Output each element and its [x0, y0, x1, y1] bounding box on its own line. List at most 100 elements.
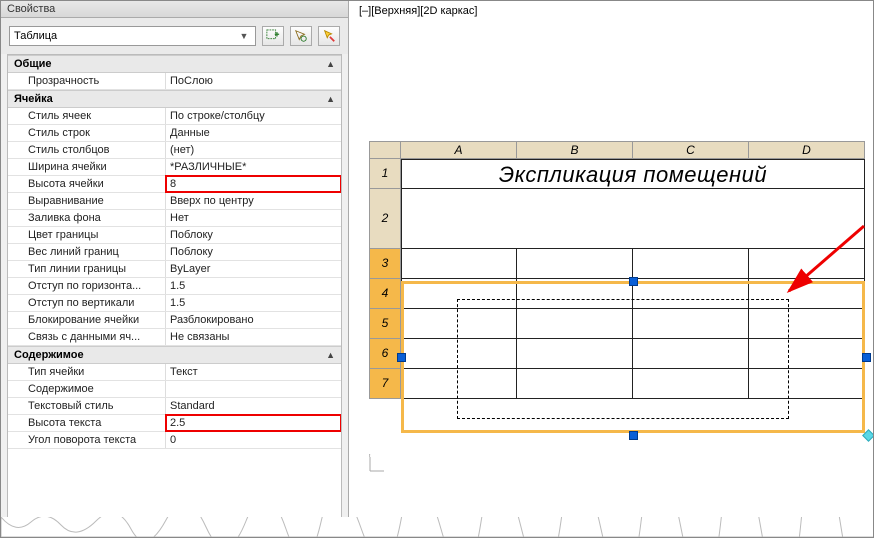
prop-row[interactable]: Тип ячейкиТекст: [8, 364, 341, 381]
table-corner[interactable]: [369, 141, 401, 159]
prop-row[interactable]: ВыравниваниеВверх по центру: [8, 193, 341, 210]
prop-row[interactable]: Отступ по горизонта...1.5: [8, 278, 341, 295]
grip-handle[interactable]: [397, 353, 406, 362]
table-cell[interactable]: [517, 369, 633, 399]
table-row[interactable]: 5: [369, 309, 865, 339]
table-row[interactable]: 6: [369, 339, 865, 369]
prop-value[interactable]: (нет): [166, 142, 341, 158]
prop-value[interactable]: Разблокировано: [166, 312, 341, 328]
table-cell[interactable]: [401, 279, 517, 309]
prop-value[interactable]: Вверх по центру: [166, 193, 341, 209]
prop-value[interactable]: [166, 381, 341, 397]
annotation-arrow: [769, 221, 869, 304]
grip-handle[interactable]: [629, 431, 638, 440]
prop-label: Выравнивание: [8, 193, 166, 209]
section-general[interactable]: Общие ▲: [8, 55, 341, 73]
table-cell[interactable]: [401, 309, 517, 339]
table-cell[interactable]: [401, 249, 517, 279]
prop-value[interactable]: Standard: [166, 398, 341, 414]
prop-label: Высота текста: [8, 415, 166, 431]
col-header[interactable]: B: [517, 141, 633, 159]
table-cell[interactable]: [749, 339, 865, 369]
prop-label: Вес линий границ: [8, 244, 166, 260]
drawing-canvas[interactable]: [–][Верхняя][2D каркас] A B C D 1Эксплик…: [349, 1, 873, 537]
prop-row[interactable]: Угол поворота текста0: [8, 432, 341, 449]
prop-row[interactable]: Содержимое: [8, 381, 341, 398]
table-cell[interactable]: [749, 309, 865, 339]
prop-row[interactable]: Высота текста2.5: [8, 415, 341, 432]
add-selection-button[interactable]: [262, 26, 284, 46]
prop-row[interactable]: Стиль ячеекПо строке/столбцу: [8, 108, 341, 125]
row-header[interactable]: 4: [369, 279, 401, 309]
table-row[interactable]: 7: [369, 369, 865, 399]
prop-row[interactable]: Высота ячейки8: [8, 176, 341, 193]
table-cell[interactable]: [633, 369, 749, 399]
row-header[interactable]: 5: [369, 309, 401, 339]
prop-value[interactable]: 1.5: [166, 295, 341, 311]
table-row[interactable]: 1Экспликация помещений: [369, 159, 865, 189]
prop-row[interactable]: Прозрачность ПоСлою: [8, 73, 341, 90]
prop-value[interactable]: Текст: [166, 364, 341, 380]
prop-row[interactable]: Связь с данными яч...Не связаны: [8, 329, 341, 346]
col-header[interactable]: C: [633, 141, 749, 159]
prop-row[interactable]: Текстовый стильStandard: [8, 398, 341, 415]
section-content[interactable]: Содержимое ▲: [8, 346, 341, 364]
object-type-combo[interactable]: Таблица ▼: [9, 26, 256, 46]
prop-value[interactable]: ByLayer: [166, 261, 341, 277]
quick-select-button[interactable]: [318, 26, 340, 46]
grip-handle-diamond[interactable]: [862, 429, 874, 442]
prop-value[interactable]: Не связаны: [166, 329, 341, 345]
prop-value[interactable]: Данные: [166, 125, 341, 141]
table-cell[interactable]: [633, 309, 749, 339]
prop-value[interactable]: 8: [166, 176, 341, 192]
section-label: Общие: [14, 58, 52, 70]
prop-value[interactable]: Нет: [166, 210, 341, 226]
prop-row[interactable]: Блокирование ячейкиРазблокировано: [8, 312, 341, 329]
table-cell[interactable]: [401, 339, 517, 369]
grip-handle[interactable]: [862, 353, 871, 362]
table-cell[interactable]: [517, 279, 633, 309]
prop-row[interactable]: Вес линий границПоблоку: [8, 244, 341, 261]
prop-row[interactable]: Стиль строкДанные: [8, 125, 341, 142]
prop-value[interactable]: 1.5: [166, 278, 341, 294]
prop-row[interactable]: Отступ по вертикали1.5: [8, 295, 341, 312]
table-cell[interactable]: [517, 309, 633, 339]
prop-row[interactable]: Тип линии границыByLayer: [8, 261, 341, 278]
prop-value[interactable]: 0: [166, 432, 341, 448]
prop-value[interactable]: Поблоку: [166, 227, 341, 243]
table-cell[interactable]: [517, 249, 633, 279]
grip-handle[interactable]: [629, 277, 638, 286]
prop-label: Стиль ячеек: [8, 108, 166, 124]
table-cell[interactable]: [633, 249, 749, 279]
prop-label: Отступ по вертикали: [8, 295, 166, 311]
chevron-down-icon: ▼: [237, 31, 251, 41]
row-header[interactable]: 2: [369, 189, 401, 249]
table-cell[interactable]: [633, 279, 749, 309]
prop-value[interactable]: Поблоку: [166, 244, 341, 260]
viewport-label[interactable]: [–][Верхняя][2D каркас]: [349, 1, 873, 21]
prop-row[interactable]: Заливка фонаНет: [8, 210, 341, 227]
col-header[interactable]: A: [401, 141, 517, 159]
select-objects-button[interactable]: [290, 26, 312, 46]
panel-title: Свойства: [1, 1, 348, 18]
row-header[interactable]: 3: [369, 249, 401, 279]
table-cell[interactable]: [749, 369, 865, 399]
title-cell[interactable]: Экспликация помещений: [401, 159, 865, 189]
prop-value[interactable]: ПоСлою: [166, 73, 341, 89]
col-header[interactable]: D: [749, 141, 865, 159]
prop-label: Связь с данными яч...: [8, 329, 166, 345]
row-header[interactable]: 7: [369, 369, 401, 399]
table-cell[interactable]: [401, 369, 517, 399]
prop-row[interactable]: Цвет границыПоблоку: [8, 227, 341, 244]
section-label: Содержимое: [14, 349, 84, 361]
prop-row[interactable]: Стиль столбцов(нет): [8, 142, 341, 159]
prop-value[interactable]: 2.5: [166, 415, 341, 431]
row-header[interactable]: 1: [369, 159, 401, 189]
prop-value[interactable]: По строке/столбцу: [166, 108, 341, 124]
prop-row[interactable]: Ширина ячейки*РАЗЛИЧНЫЕ*: [8, 159, 341, 176]
table-cell[interactable]: [633, 339, 749, 369]
collapse-icon: ▲: [326, 94, 335, 104]
section-cell[interactable]: Ячейка ▲: [8, 90, 341, 108]
table-cell[interactable]: [517, 339, 633, 369]
prop-value[interactable]: *РАЗЛИЧНЫЕ*: [166, 159, 341, 175]
